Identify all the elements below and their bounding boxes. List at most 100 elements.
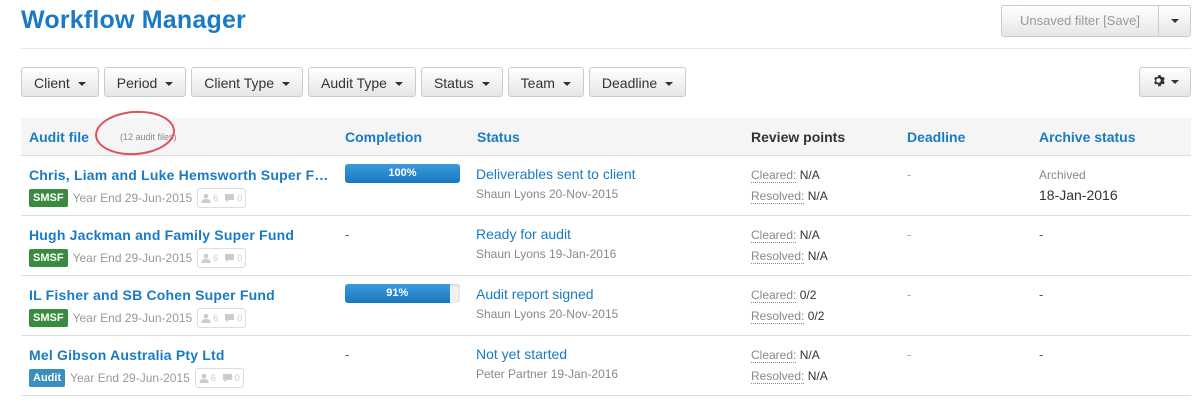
user-icon bbox=[201, 193, 211, 203]
filter-label: Period bbox=[116, 75, 158, 91]
table-header: Audit file (12 audit files) Completion S… bbox=[21, 118, 1191, 156]
review-cleared: Cleared: N/A bbox=[751, 228, 820, 243]
cleared-value: N/A bbox=[799, 228, 820, 242]
review-resolved: Resolved: 0/2 bbox=[751, 309, 825, 324]
filter-team-button[interactable]: Team bbox=[507, 67, 584, 97]
table-row: IL Fisher and SB Cohen Super Fund SMSF Y… bbox=[21, 276, 1191, 336]
table-row: Hugh Jackman and Family Super Fund SMSF … bbox=[21, 216, 1191, 276]
chevron-down-icon bbox=[665, 82, 674, 87]
archive-status: - bbox=[1039, 287, 1044, 302]
client-type-badge: SMSF bbox=[29, 189, 68, 207]
review-cleared: Cleared: N/A bbox=[751, 168, 820, 183]
client-type-badge: Audit bbox=[29, 369, 66, 387]
cleared-label: Cleared: bbox=[751, 168, 797, 183]
people-count: 6 bbox=[213, 193, 219, 203]
completion-value: - bbox=[345, 227, 350, 242]
review-resolved: Resolved: N/A bbox=[751, 189, 828, 204]
completion-value: - bbox=[345, 347, 350, 362]
filter-label: Client bbox=[34, 75, 70, 91]
column-deadline[interactable]: Deadline bbox=[907, 129, 965, 145]
cleared-label: Cleared: bbox=[751, 288, 797, 303]
archive-status: - bbox=[1039, 227, 1044, 242]
column-audit-file[interactable]: Audit file bbox=[29, 129, 89, 145]
audit-file-link[interactable]: Mel Gibson Australia Pty Ltd bbox=[29, 347, 329, 363]
people-count: 6 bbox=[213, 313, 219, 323]
audit-file-meta: SMSF Year End 29-Jun-2015 6 0 bbox=[29, 308, 247, 328]
comment-count: 0 bbox=[237, 313, 243, 323]
review-cleared: Cleared: 0/2 bbox=[751, 288, 817, 303]
table-row: Chris, Liam and Luke Hemsworth Super Fun… bbox=[21, 156, 1191, 216]
audit-file-meta: SMSF Year End 29-Jun-2015 6 0 bbox=[29, 248, 247, 268]
resolved-value: 0/2 bbox=[807, 309, 825, 323]
deadline-value: - bbox=[907, 287, 912, 302]
cleared-label: Cleared: bbox=[751, 228, 797, 243]
save-filter-dropdown-toggle[interactable] bbox=[1159, 6, 1190, 36]
comment-count: 0 bbox=[237, 253, 243, 263]
filter-client-button[interactable]: Client bbox=[21, 67, 99, 97]
cleared-label: Cleared: bbox=[751, 348, 797, 363]
filter-label: Client Type bbox=[204, 75, 275, 91]
review-resolved: Resolved: N/A bbox=[751, 369, 828, 384]
status-link[interactable]: Not yet started bbox=[476, 346, 567, 362]
comment-icon bbox=[225, 314, 235, 323]
completion-bar: 100% bbox=[345, 164, 460, 183]
people-count: 6 bbox=[210, 373, 216, 383]
filter-deadline-button[interactable]: Deadline bbox=[588, 67, 687, 97]
column-completion[interactable]: Completion bbox=[345, 129, 422, 145]
user-icon bbox=[199, 373, 209, 383]
comment-icon bbox=[225, 254, 235, 263]
gear-icon bbox=[1152, 74, 1165, 90]
chevron-down-icon bbox=[481, 82, 490, 87]
filter-client-type-button[interactable]: Client Type bbox=[191, 67, 304, 97]
audit-file-link[interactable]: Hugh Jackman and Family Super Fund bbox=[29, 227, 329, 243]
filter-audit-type-button[interactable]: Audit Type bbox=[308, 67, 416, 97]
archive-date: 18-Jan-2016 bbox=[1039, 187, 1118, 203]
comment-count: 0 bbox=[234, 373, 240, 383]
column-status[interactable]: Status bbox=[477, 129, 520, 145]
resolved-value: N/A bbox=[807, 369, 828, 383]
chevron-down-icon bbox=[165, 82, 174, 87]
table-row: Mel Gibson Australia Pty Ltd Audit Year … bbox=[21, 336, 1191, 396]
filter-period-button[interactable]: Period bbox=[103, 67, 187, 97]
deadline-value: - bbox=[907, 347, 912, 362]
year-end: Year End 29-Jun-2015 bbox=[70, 371, 190, 385]
cleared-value: 0/2 bbox=[799, 288, 817, 302]
cleared-value: N/A bbox=[799, 348, 820, 362]
chevron-down-icon bbox=[282, 82, 291, 87]
status-link[interactable]: Audit report signed bbox=[476, 286, 594, 302]
audit-file-link[interactable]: IL Fisher and SB Cohen Super Fund bbox=[29, 287, 329, 303]
audit-file-link[interactable]: Chris, Liam and Luke Hemsworth Super Fun… bbox=[29, 167, 329, 183]
chevron-down-icon bbox=[1170, 80, 1179, 84]
comment-icon bbox=[225, 194, 235, 203]
chevron-down-icon bbox=[394, 82, 403, 87]
completion-progress: 100% bbox=[345, 164, 460, 183]
team-comments-indicator: 6 0 bbox=[197, 248, 247, 268]
comment-icon bbox=[222, 374, 232, 383]
comment-count: 0 bbox=[237, 193, 243, 203]
status-link[interactable]: Ready for audit bbox=[476, 226, 571, 242]
chevron-down-icon bbox=[77, 82, 86, 87]
status-link[interactable]: Deliverables sent to client bbox=[476, 166, 636, 182]
save-filter-group: Unsaved filter [Save] bbox=[1001, 5, 1191, 37]
resolved-value: N/A bbox=[807, 189, 828, 203]
status-by: Peter Partner 19-Jan-2016 bbox=[476, 367, 619, 381]
resolved-value: N/A bbox=[807, 249, 828, 263]
client-type-badge: SMSF bbox=[29, 249, 68, 267]
status-by: Shaun Lyons 19-Jan-2016 bbox=[476, 247, 617, 261]
client-type-badge: SMSF bbox=[29, 309, 68, 327]
column-archive-status[interactable]: Archive status bbox=[1039, 129, 1135, 145]
save-filter-button[interactable]: Unsaved filter [Save] bbox=[1002, 6, 1159, 36]
status-by: Shaun Lyons 20-Nov-2015 bbox=[476, 187, 619, 201]
year-end: Year End 29-Jun-2015 bbox=[72, 251, 193, 265]
completion-progress: 91% bbox=[345, 284, 460, 303]
team-comments-indicator: 6 0 bbox=[197, 308, 247, 328]
filter-bar: Client Period Client Type Audit Type Sta… bbox=[21, 67, 687, 97]
filter-status-button[interactable]: Status bbox=[420, 67, 503, 97]
review-cleared: Cleared: N/A bbox=[751, 348, 820, 363]
page-title: Workflow Manager bbox=[21, 6, 246, 34]
filter-label: Audit Type bbox=[321, 75, 387, 91]
settings-button[interactable] bbox=[1139, 67, 1191, 97]
team-comments-indicator: 6 0 bbox=[197, 188, 247, 208]
user-icon bbox=[201, 253, 211, 263]
completion-bar: 91% bbox=[345, 284, 450, 303]
